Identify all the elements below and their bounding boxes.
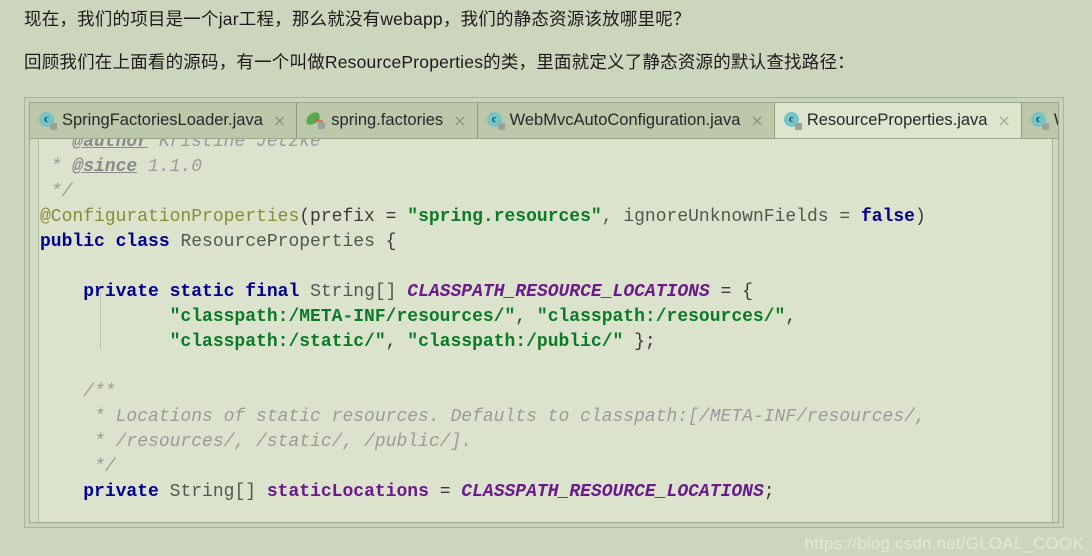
code-token: = { [709,282,753,302]
java-class-icon: c [783,112,802,130]
intro-paragraph-2: 回顾我们在上面看的源码，有一个叫做ResourceProperties的类，里面… [24,52,855,72]
code-token: CLASSPATH_RESOURCE_LOCATIONS [461,482,764,502]
code-token: */ [40,182,73,202]
editor-tab-label: spring.factories [331,111,444,130]
vertical-scrollbar[interactable] [1052,139,1058,522]
code-token: * [40,157,73,177]
code-token: /** [40,382,116,402]
code-token: { [385,232,397,252]
code-token: String[] [310,282,408,302]
close-icon[interactable]: × [273,112,286,129]
editor-tab-1[interactable]: spring.factories × [297,103,478,138]
code-token: @ConfigurationProperties [40,207,300,227]
editor-tab-3[interactable]: c ResourceProperties.java × [774,103,1022,138]
code-token: public class [40,232,181,252]
code-line: /** [40,380,1058,405]
code-token: */ [40,457,116,477]
code-token: private static final [83,282,311,302]
code-line: "classpath:/static/", "classpath:/public… [40,330,1058,355]
code-line: public class ResourceProperties { [40,230,1058,255]
code-token: "spring.resources" [407,207,602,227]
editor-tab-bar: c SpringFactoriesLoader.java × spring.facto… [30,103,1058,139]
editor-tab-4[interactable]: cW [1021,103,1058,138]
close-icon[interactable]: × [997,112,1010,129]
code-token: String[] [169,482,267,502]
editor-tab-label: SpringFactoriesLoader.java [62,111,263,130]
code-token: false [860,207,915,227]
line-number-gutter [30,139,39,522]
close-icon[interactable]: × [750,112,763,129]
code-area: * @author Kristine Jetzke * @since 1.1.0… [30,139,1058,522]
code-token: * /resources/, /static/, /public/]. [40,432,473,452]
code-token: , [515,307,537,327]
code-token: , [785,307,797,327]
java-class-icon: c [39,112,57,130]
editor-tab-label: ResourceProperties.java [806,111,988,130]
code-line: * Locations of static resources. Default… [40,405,1058,430]
code-token: , [385,332,408,352]
code-token: , ignoreUnknownFields = [601,207,861,227]
close-icon[interactable]: × [453,112,466,129]
code-line: private static final String[] CLASSPATH_… [40,280,1058,305]
code-scroll-region[interactable]: * @author Kristine Jetzke * @since 1.1.0… [39,139,1058,522]
spring-leaf-icon [305,111,326,129]
code-token: CLASSPATH_RESOURCE_LOCATIONS [407,282,710,302]
code-token: @since [72,157,138,177]
code-token: = [428,482,462,502]
editor-tab-label: WebMvcAutoConfiguration.java [509,111,741,130]
code-token: * Locations of static resources. Default… [40,407,926,427]
code-token: ; [763,482,775,502]
editor-tab-label: W [1054,112,1058,129]
indent-guide-line [100,291,101,349]
code-line: @ConfigurationProperties(prefix = "sprin… [40,205,1058,230]
code-line: * @author Kristine Jetzke [40,139,1058,155]
code-editor-inner: c SpringFactoriesLoader.java × spring.facto… [29,102,1059,523]
code-token: ResourceProperties [180,232,386,252]
code-token: "classpath:/public/" [407,332,624,352]
code-token: ) [914,207,926,227]
code-token: private [83,482,170,502]
java-class-icon: c [1030,112,1049,130]
code-line: * @since 1.1.0 [40,155,1058,180]
code-line: */ [40,455,1058,480]
code-token: "classpath:/resources/" [536,307,786,327]
editor-tab-0[interactable]: c SpringFactoriesLoader.java × [30,103,298,138]
source-code-text[interactable]: * @author Kristine Jetzke * @since 1.1.0… [40,139,1058,505]
editor-tab-2[interactable]: c WebMvcAutoConfiguration.java × [477,103,775,138]
code-token: Kristine Jetzke [148,139,321,152]
watermark-text: https://blog.csdn.net/GLOAL_COOK [804,534,1084,553]
code-line: "classpath:/META-INF/resources/", "class… [40,305,1058,330]
code-token: * [40,139,73,152]
code-token: }; [623,332,656,352]
code-token: "classpath:/META-INF/resources/" [169,307,516,327]
java-class-icon: c [486,112,505,130]
code-token: "classpath:/static/" [169,332,386,352]
code-line: * /resources/, /static/, /public/]. [40,430,1058,455]
code-token: @author [72,139,149,152]
code-line: private String[] staticLocations = CLASS… [40,480,1058,505]
code-line: */ [40,180,1058,205]
intro-paragraph-1: 现在，我们的项目是一个jar工程，那么就没有webapp，我们的静态资源该放哪里… [24,9,691,29]
code-token: staticLocations [266,482,429,502]
code-token: 1.1.0 [137,157,203,177]
code-editor-window: c SpringFactoriesLoader.java × spring.facto… [24,97,1064,528]
code-token: (prefix = [299,207,408,227]
